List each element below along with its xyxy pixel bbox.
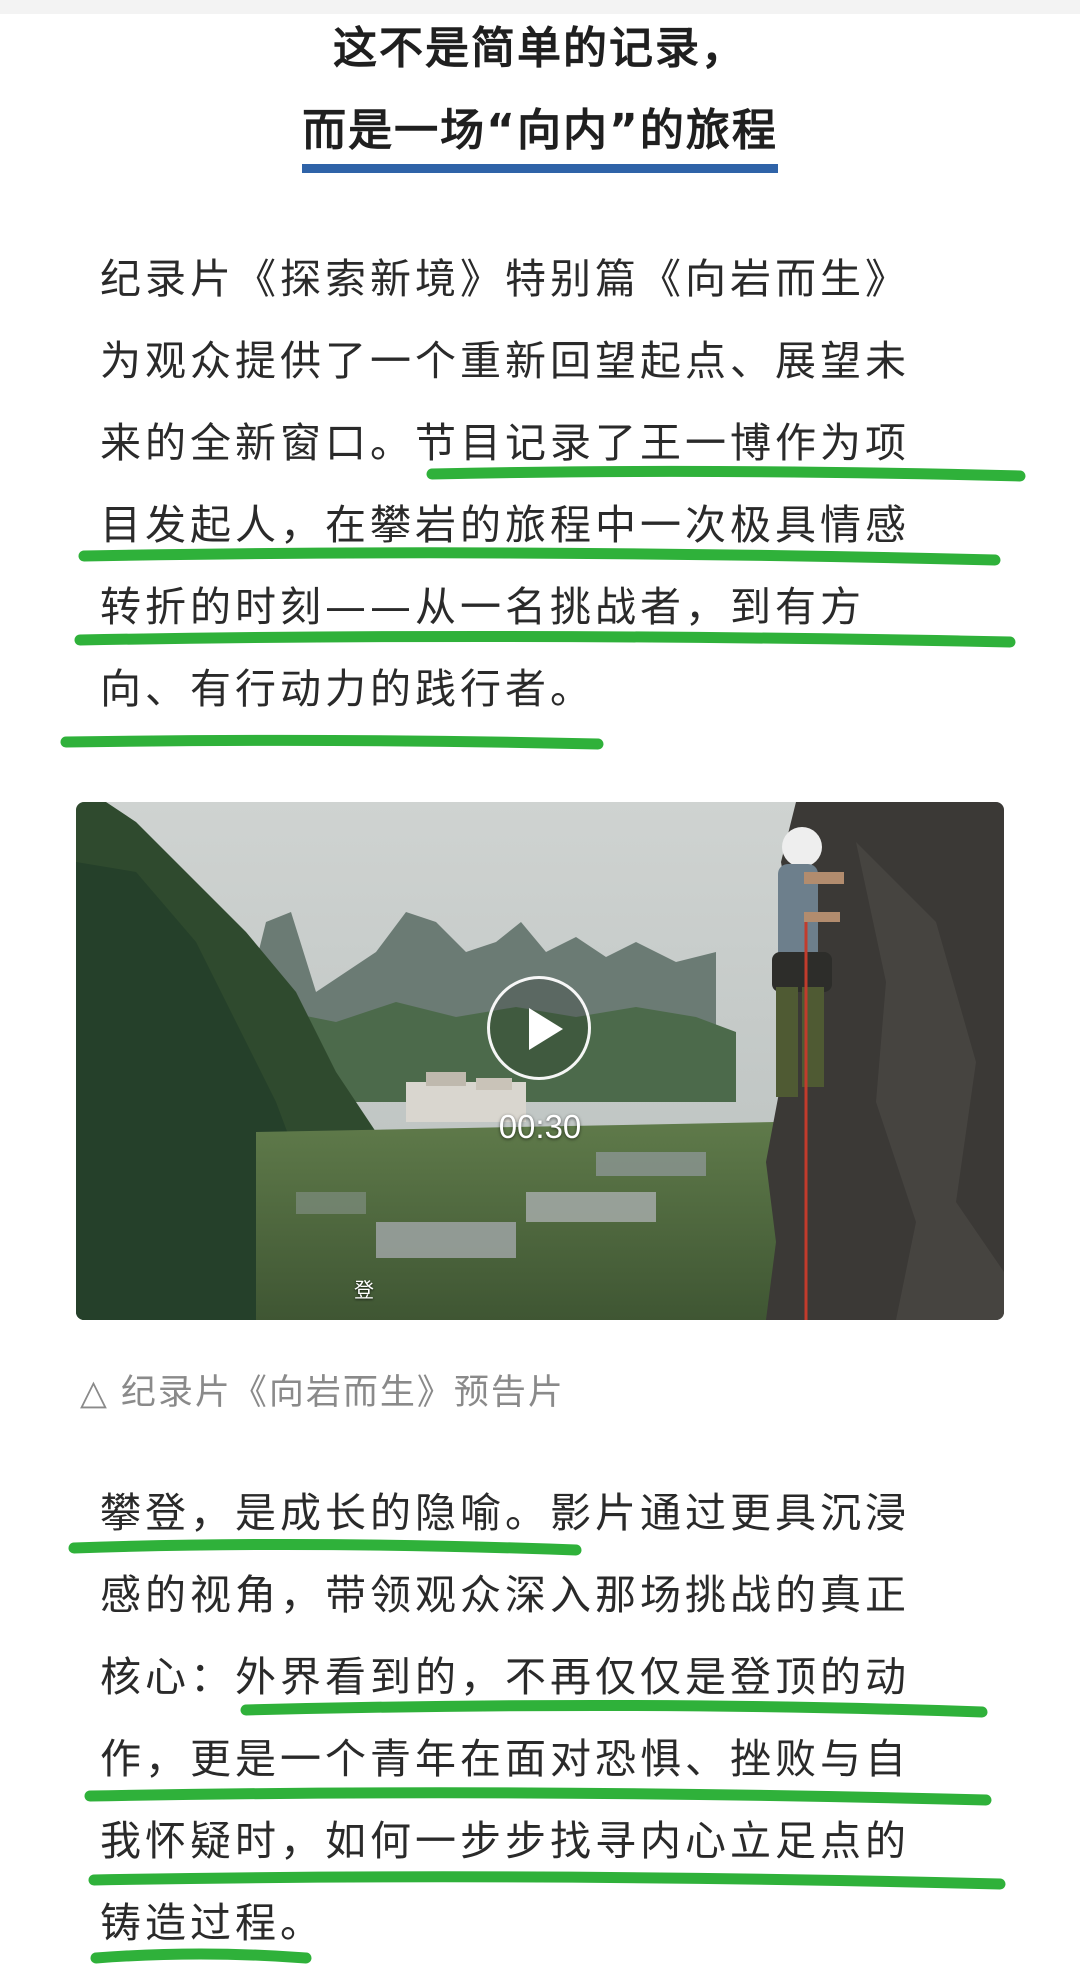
paragraph-line: 纪录片《探索新境》特别篇《向岩而生》 [100,255,910,303]
paragraph-line: 核心：外界看到的，不再仅仅是登顶的动 [100,1653,910,1701]
video-caption: △ 纪录片《向岩而生》预告片 [80,1364,565,1415]
paragraph-line: 为观众提供了一个重新回望起点、展望未 [100,337,910,385]
video-player[interactable]: 00:30 登 [76,802,1004,1320]
paragraph-line: 作，更是一个青年在面对恐惧、挫败与自 [100,1735,910,1783]
paragraph-intro: 纪录片《探索新境》特别篇《向岩而生》 为观众提供了一个重新回望起点、展望未 来的… [100,238,980,730]
paragraph-line: 目发起人，在攀岩的旅程中一次极具情感 [100,501,910,549]
paragraph-line: 铸造过程。 [100,1899,325,1947]
video-duration: 00:30 [498,1108,582,1145]
triangle-icon: △ [80,1373,109,1413]
caption-text: 纪录片《向岩而生》预告片 [120,1373,565,1413]
highlight-stroke [60,734,604,750]
paragraph-line: 来的全新窗口。节目记录了王一博作为项 [100,419,910,467]
play-button[interactable] [487,976,591,1080]
paragraph-metaphor: 攀登，是成长的隐喻。影片通过更具沉浸 感的视角，带领观众深入那场挑战的真正 核心… [100,1472,980,1964]
play-icon [529,1008,563,1050]
paragraph-line: 转折的时刻——从一名挑战者，到有方 [100,583,865,631]
video-subtitle: 登 [354,1278,374,1302]
heading-underline-bar [302,164,778,173]
paragraph-line: 攀登，是成长的隐喻。影片通过更具沉浸 [100,1489,910,1537]
heading-line-1: 这不是简单的记录， [333,23,747,74]
paragraph-line: 向、有行动力的践行者。 [100,665,595,713]
paragraph-line: 感的视角，带领观众深入那场挑战的真正 [100,1571,910,1619]
paragraph-line: 我怀疑时，如何一步步找寻内心立足点的 [100,1817,910,1865]
heading-line-2: 而是一场“向内”的旅程 [302,105,778,156]
